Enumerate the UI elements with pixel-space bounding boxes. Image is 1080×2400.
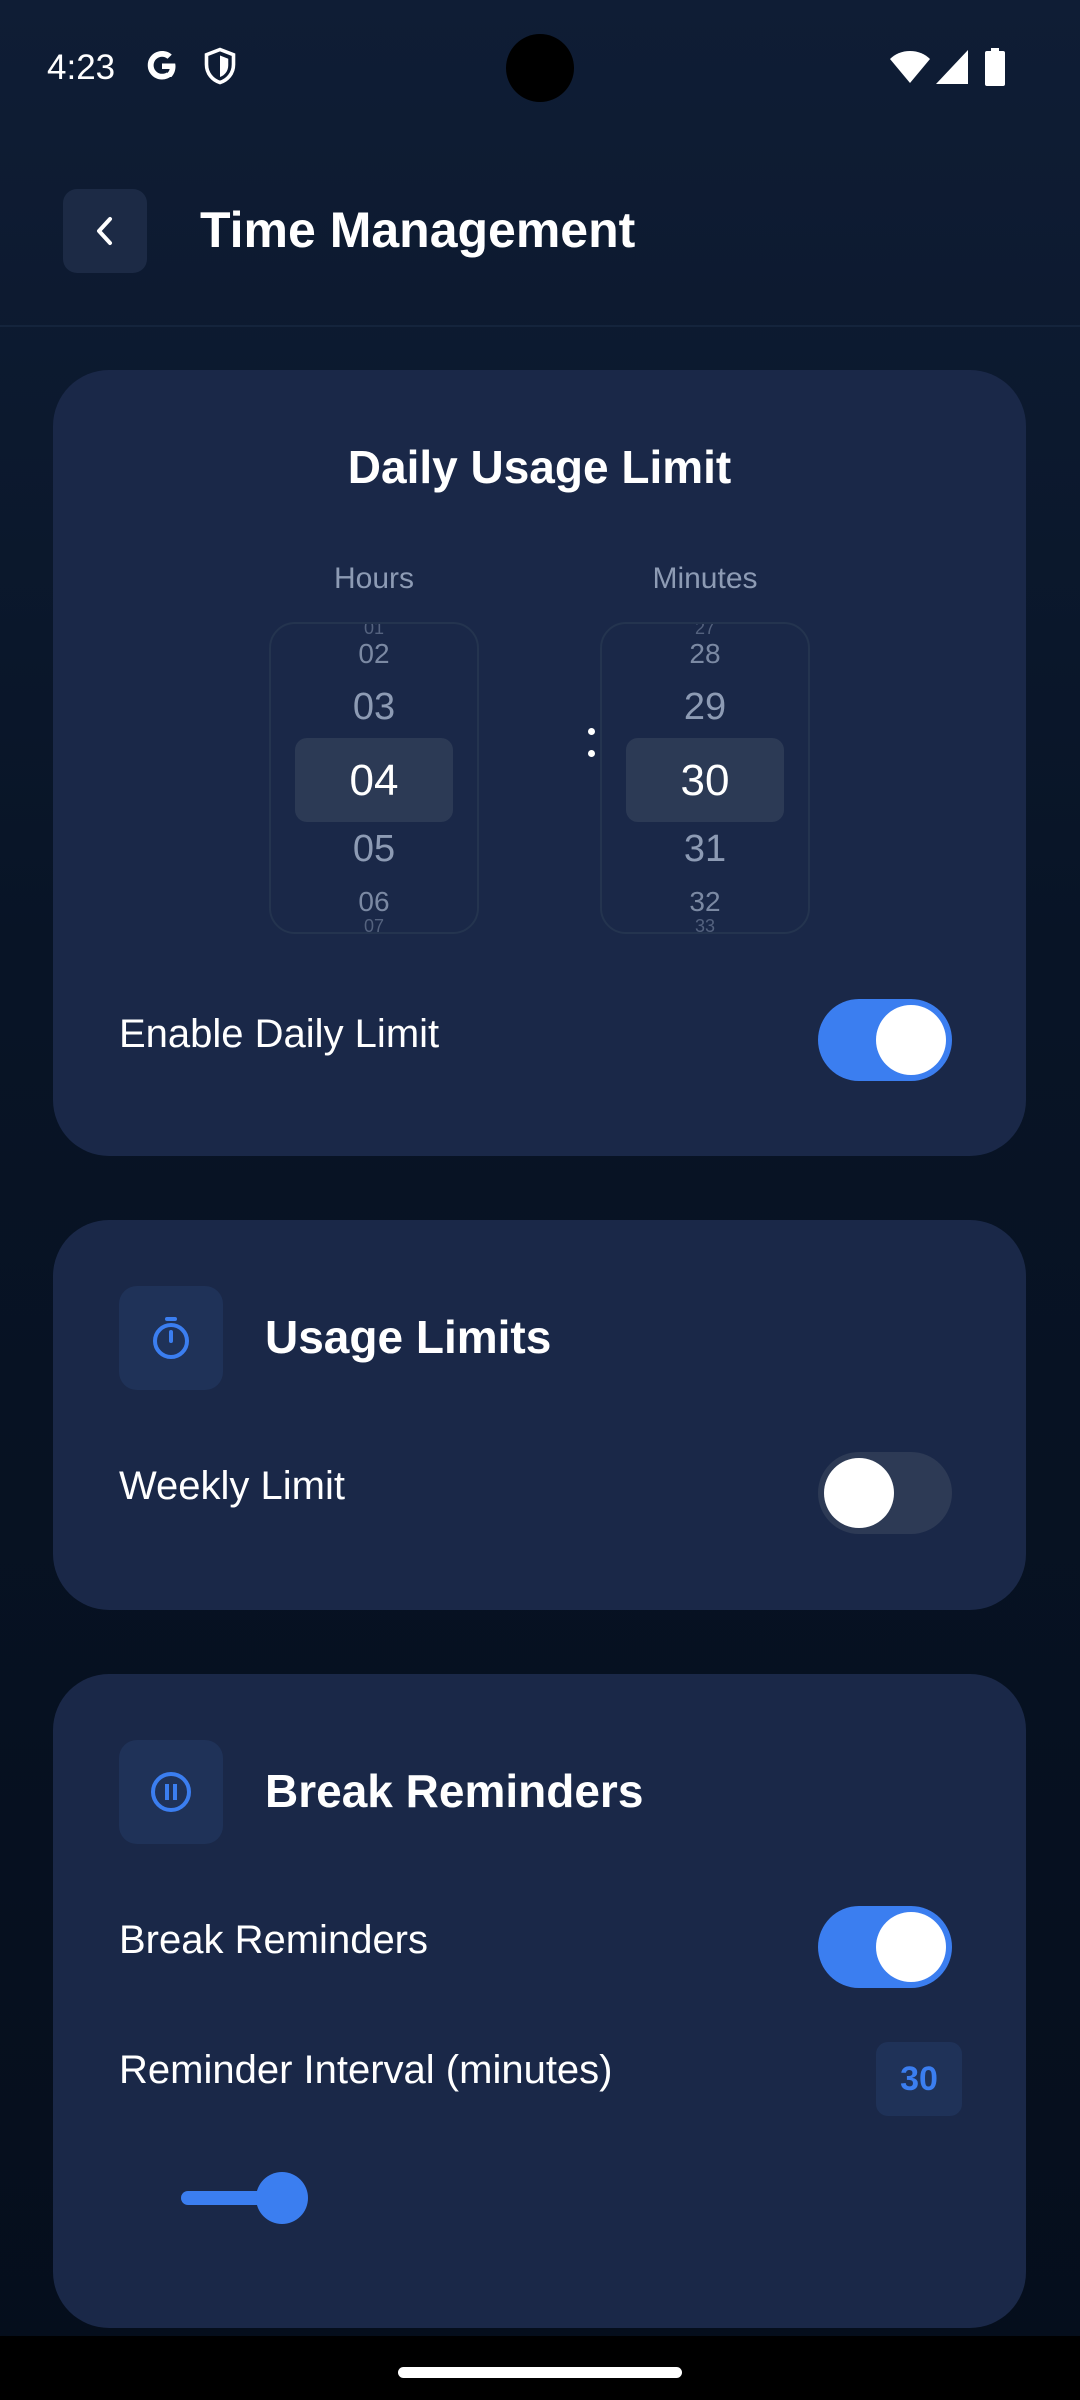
hours-option[interactable]: 01: [271, 624, 477, 639]
minutes-option[interactable]: 32: [602, 886, 808, 918]
back-button[interactable]: [63, 189, 147, 273]
wifi-icon: [890, 51, 930, 83]
google-icon: [147, 51, 176, 80]
minutes-label: Minutes: [652, 562, 758, 595]
home-gesture-handle[interactable]: [398, 2367, 682, 2378]
screen: 4:23 Time Management Daily Usage Limit H…: [0, 0, 1080, 2400]
pause-icon: [151, 1772, 191, 1812]
minutes-option[interactable]: 27: [602, 624, 808, 639]
minutes-option[interactable]: 28: [602, 638, 808, 670]
hours-option[interactable]: 07: [271, 916, 477, 932]
timer-icon: [153, 1317, 189, 1359]
hours-option[interactable]: 05: [271, 828, 477, 871]
reminder-interval-label: Reminder Interval (minutes): [119, 2048, 613, 2092]
status-time: 4:23: [47, 48, 116, 87]
camera-cutout: [506, 34, 574, 102]
toggle-knob: [876, 1005, 946, 1075]
minutes-picker[interactable]: 27 28 29 30 31 32 33: [600, 622, 810, 934]
toggle-knob: [876, 1912, 946, 1982]
break-reminders-label: Break Reminders: [119, 1918, 429, 1962]
toggle-knob: [824, 1458, 894, 1528]
break-reminders-icon-box: [119, 1740, 223, 1844]
page-title: Time Management: [200, 202, 636, 258]
weekly-limit-toggle[interactable]: [818, 1452, 952, 1534]
hours-selected-value[interactable]: 04: [271, 756, 477, 806]
break-reminders-title: Break Reminders: [265, 1765, 644, 1817]
hours-label: Hours: [333, 562, 415, 595]
hours-option[interactable]: 03: [271, 686, 477, 729]
reminder-interval-slider-thumb[interactable]: [256, 2172, 308, 2224]
enable-daily-limit-label: Enable Daily Limit: [119, 1012, 440, 1056]
weekly-limit-label: Weekly Limit: [119, 1464, 345, 1508]
enable-daily-limit-toggle[interactable]: [818, 999, 952, 1081]
signal-icon: [936, 50, 968, 84]
break-reminders-toggle[interactable]: [818, 1906, 952, 1988]
battery-icon: [985, 48, 1005, 86]
navigation-bar: [0, 2336, 1080, 2400]
minutes-option[interactable]: 33: [602, 916, 808, 932]
usage-limits-title: Usage Limits: [265, 1311, 552, 1363]
daily-usage-card: Daily Usage Limit Hours Minutes 01 02 03…: [53, 370, 1026, 1156]
chevron-left-icon: [97, 217, 112, 245]
reminder-interval-value: 30: [876, 2042, 962, 2116]
break-reminders-card: Break Reminders Break Reminders Reminder…: [53, 1674, 1026, 2328]
hours-option[interactable]: 06: [271, 886, 477, 918]
hours-option[interactable]: 02: [271, 638, 477, 670]
app-bar: Time Management: [0, 135, 1080, 327]
shield-icon: [204, 47, 236, 85]
minutes-option[interactable]: 31: [602, 828, 808, 871]
usage-limits-icon-box: [119, 1286, 223, 1390]
hours-picker[interactable]: 01 02 03 04 05 06 07: [269, 622, 479, 934]
minutes-selected-value[interactable]: 30: [602, 756, 808, 806]
daily-usage-title: Daily Usage Limit: [347, 441, 732, 493]
status-bar: 4:23: [0, 0, 1080, 135]
usage-limits-card: Usage Limits Weekly Limit: [53, 1220, 1026, 1610]
minutes-option[interactable]: 29: [602, 686, 808, 729]
